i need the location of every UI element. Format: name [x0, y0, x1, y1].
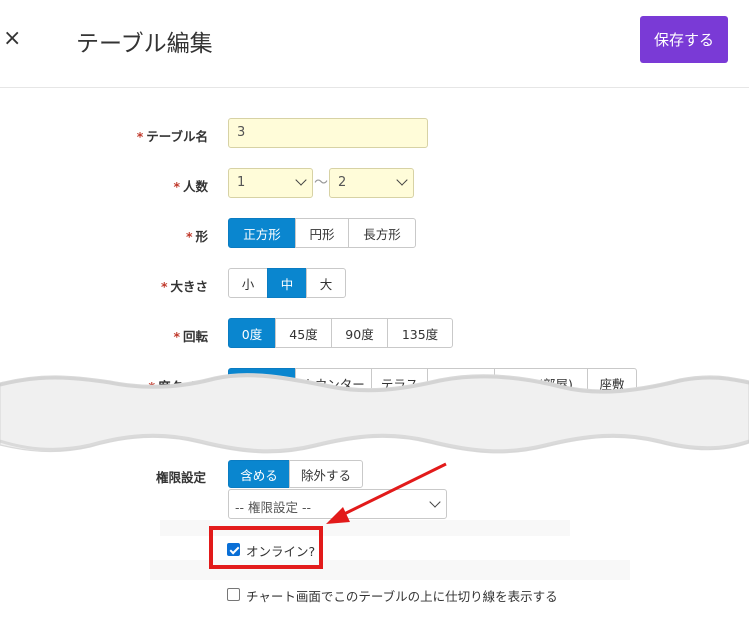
annotation-arrow — [326, 462, 447, 524]
divider-line-label: チャート画面でこのテーブルの上に仕切り線を表示する — [246, 589, 558, 604]
divider-line-checkbox[interactable] — [227, 588, 240, 601]
